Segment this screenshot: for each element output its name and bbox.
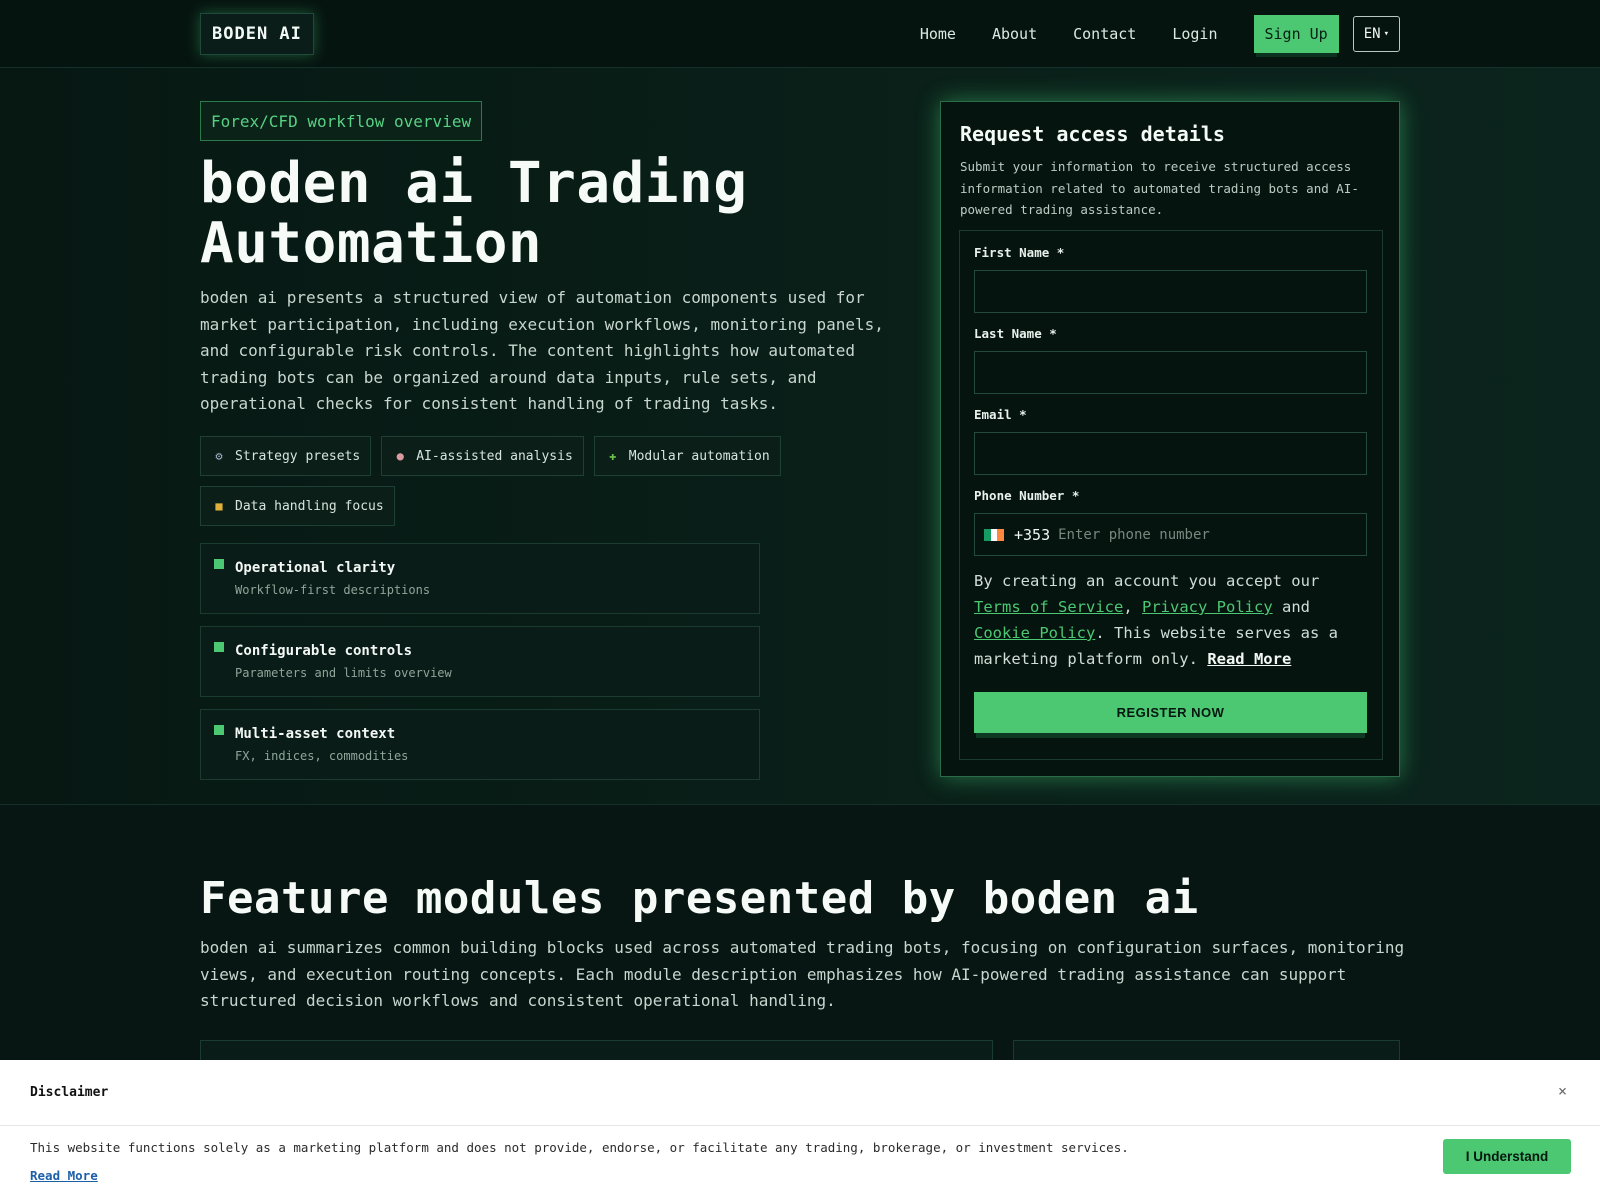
phone-field[interactable]: +353 Enter phone number <box>974 513 1367 556</box>
privacy-policy-link[interactable]: Privacy Policy <box>1142 598 1273 616</box>
top-nav: BODEN AI Home About Contact Login Sign U… <box>0 0 1600 68</box>
bullet-square-icon <box>214 642 224 652</box>
gear-icon: ⚙ <box>215 449 223 463</box>
terms-and: and <box>1282 598 1310 616</box>
nav-link-login[interactable]: Login <box>1172 25 1217 43</box>
chip-modular-automation: ✚ Modular automation <box>593 436 781 476</box>
feature-card-multi-asset: Multi-asset context FX, indices, commodi… <box>200 709 760 780</box>
puzzle-icon: ✚ <box>609 449 617 463</box>
feature-card-configurable-controls: Configurable controls Parameters and lim… <box>200 626 760 697</box>
disclaimer-header: Disclaimer × <box>0 1060 1600 1126</box>
first-name-label: First Name * <box>974 245 1065 260</box>
feature-subtitle: FX, indices, commodities <box>235 749 409 763</box>
close-icon[interactable]: × <box>1558 1082 1567 1100</box>
modules-title: Feature modules presented by boden ai <box>200 873 1199 924</box>
modules-description: boden ai summarizes common building bloc… <box>200 938 1405 1010</box>
ireland-flag-icon[interactable] <box>984 528 1005 541</box>
last-name-label: Last Name * <box>974 326 1057 341</box>
phone-label: Phone Number * <box>974 488 1080 503</box>
country-code[interactable]: +353 <box>1014 526 1050 544</box>
feature-title: Configurable controls <box>235 643 413 659</box>
register-now-button[interactable]: REGISTER NOW <box>974 692 1367 733</box>
chip-label: Strategy presets <box>235 448 361 464</box>
feature-title: Multi-asset context <box>235 726 396 742</box>
feature-chips: ⚙ Strategy presets ● AI-assisted analysi… <box>200 436 800 536</box>
language-label: EN <box>1363 26 1381 42</box>
lock-icon: ■ <box>215 499 223 513</box>
nav-link-home[interactable]: Home <box>920 25 956 43</box>
hero-title: boden ai Trading Automation <box>200 151 748 276</box>
email-field[interactable] <box>974 432 1367 475</box>
logo[interactable]: BODEN AI <box>200 13 314 55</box>
bullet-square-icon <box>214 559 224 569</box>
terms-text: By creating an account you accept our Te… <box>974 568 1369 672</box>
disclaimer-banner: Disclaimer × This website functions sole… <box>0 1060 1600 1200</box>
read-more-link[interactable]: Read More <box>1207 650 1291 668</box>
disclaimer-text: This website functions solely as a marke… <box>30 1140 1129 1155</box>
email-label: Email * <box>974 407 1027 422</box>
first-name-field[interactable] <box>974 270 1367 313</box>
terms-comma: , <box>1123 598 1133 616</box>
brain-icon: ● <box>396 449 404 463</box>
chip-label: AI-assisted analysis <box>416 448 573 464</box>
chip-data-handling: ■ Data handling focus <box>200 486 395 526</box>
chevron-down-icon: ▾ <box>1383 29 1389 39</box>
language-selector[interactable]: EN ▾ <box>1352 16 1400 52</box>
last-name-field[interactable] <box>974 351 1367 394</box>
nav-links: Home About Contact Login Sign Up EN ▾ <box>920 15 1400 53</box>
phone-placeholder[interactable]: Enter phone number <box>1058 527 1210 543</box>
cookie-policy-link[interactable]: Cookie Policy <box>974 624 1095 642</box>
terms-prefix: By creating an account you accept our <box>974 572 1320 590</box>
feature-title: Operational clarity <box>235 560 396 576</box>
feature-card-operational-clarity: Operational clarity Workflow-first descr… <box>200 543 760 614</box>
i-understand-button[interactable]: I Understand <box>1443 1139 1571 1174</box>
sign-up-button[interactable]: Sign Up <box>1253 15 1339 53</box>
feature-subtitle: Workflow-first descriptions <box>235 583 431 597</box>
registration-form: First Name * Last Name * Email * Phone N… <box>959 230 1383 760</box>
terms-of-service-link[interactable]: Terms of Service <box>974 598 1123 616</box>
hero-description: boden ai presents a structured view of a… <box>200 288 884 413</box>
request-access-card: Request access details Submit your infor… <box>940 101 1400 777</box>
nav-link-about[interactable]: About <box>992 25 1037 43</box>
hero-pill: Forex/CFD workflow overview <box>200 101 483 141</box>
disclaimer-read-more-link[interactable]: Read More <box>30 1168 98 1183</box>
form-subtitle: Submit your information to receive struc… <box>960 159 1359 217</box>
feature-subtitle: Parameters and limits overview <box>235 666 452 680</box>
hero-section: Forex/CFD workflow overview boden ai Tra… <box>0 68 1600 805</box>
chip-strategy-presets: ⚙ Strategy presets <box>200 436 372 476</box>
chip-ai-analysis: ● AI-assisted analysis <box>381 436 584 476</box>
disclaimer-title: Disclaimer <box>30 1085 109 1100</box>
bullet-square-icon <box>214 725 224 735</box>
chip-label: Modular automation <box>628 448 770 464</box>
nav-link-contact[interactable]: Contact <box>1073 25 1136 43</box>
form-title: Request access details <box>960 122 1225 146</box>
chip-label: Data handling focus <box>235 498 384 514</box>
